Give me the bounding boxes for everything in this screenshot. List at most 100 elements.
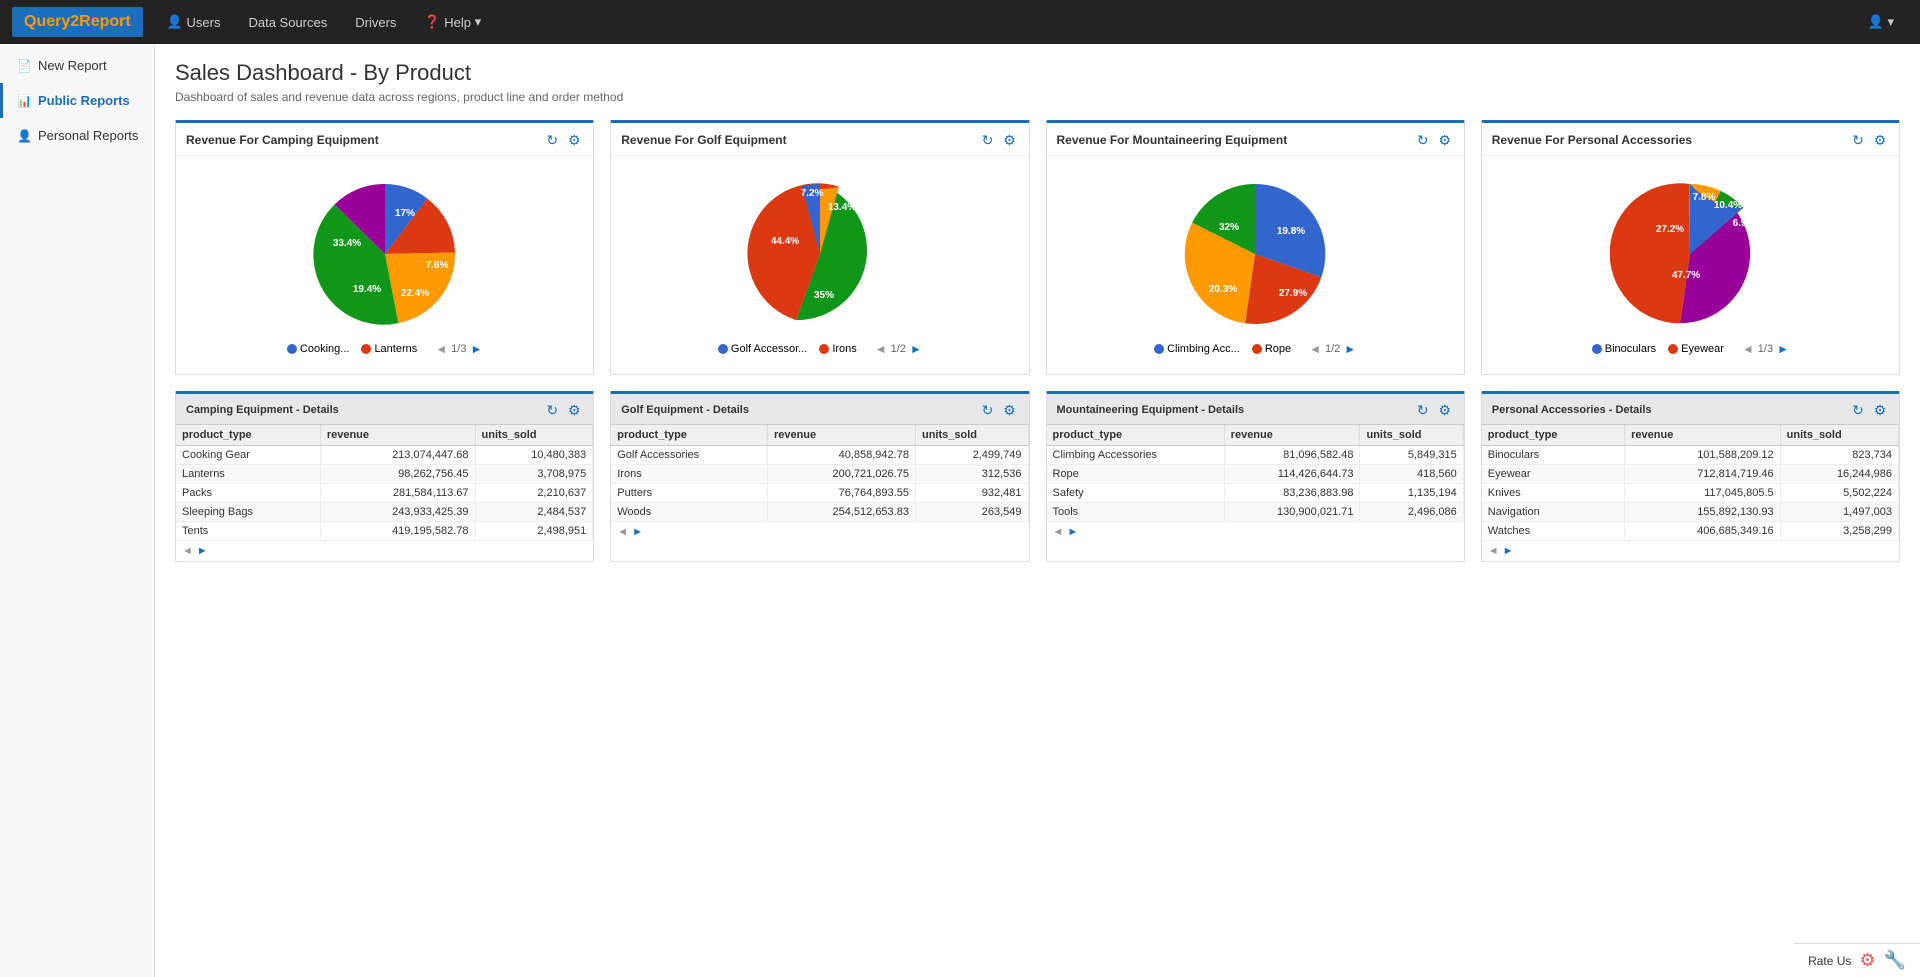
mountaineering-table-refresh[interactable]: ↻ xyxy=(1414,401,1432,419)
app-layout: 📄 New Report 📊 Public Reports 👤 Personal… xyxy=(0,44,1920,977)
brand-logo[interactable]: Query2Report xyxy=(12,7,143,37)
golf-pie-refresh[interactable]: ↻ xyxy=(979,131,997,149)
accessories-pie-header: Revenue For Personal Accessories ↻ ⚙ xyxy=(1482,123,1899,156)
svg-text:47.7%: 47.7% xyxy=(1672,270,1700,281)
camping-pie-actions: ↻ ⚙ xyxy=(543,131,583,149)
accessories-table-settings[interactable]: ⚙ xyxy=(1871,401,1889,419)
svg-text:7.2%: 7.2% xyxy=(800,188,823,199)
golf-table-next[interactable]: ► xyxy=(632,526,643,538)
user-menu[interactable]: 👤 ▾ xyxy=(1854,0,1908,44)
camping-pie-header: Revenue For Camping Equipment ↻ ⚙ xyxy=(176,123,593,156)
mountaineering-pie-refresh[interactable]: ↻ xyxy=(1414,131,1432,149)
sidebar-item-new-report[interactable]: 📄 New Report xyxy=(0,48,154,83)
table-row: Binoculars101,588,209.12823,734 xyxy=(1482,446,1899,465)
mountaineering-table-title: Mountaineering Equipment - Details xyxy=(1057,404,1245,416)
sidebar-item-public-reports[interactable]: 📊 Public Reports xyxy=(0,83,154,118)
rate-us-icon2[interactable]: 🔧 xyxy=(1884,950,1906,971)
mountaineering-pie-settings[interactable]: ⚙ xyxy=(1436,131,1454,149)
accessories-table-prev[interactable]: ◄ xyxy=(1488,545,1499,557)
legend-binoculars-dot xyxy=(1592,344,1602,354)
legend-cooking-dot xyxy=(287,344,297,354)
sidebar-item-personal-reports[interactable]: 👤 Personal Reports xyxy=(0,118,154,153)
accessories-table-actions: ↻ ⚙ xyxy=(1849,401,1889,419)
table-row: Woods254,512,653.83263,549 xyxy=(611,503,1028,522)
brand-highlight: 2 xyxy=(70,13,79,30)
nav-drivers[interactable]: Drivers xyxy=(341,0,410,44)
accessories-pie-legend: Binoculars Eyewear ◄ 1/3 ► xyxy=(1592,342,1789,356)
mountaineering-pie-svg: 19.8% 27.9% 20.3% 32% xyxy=(1175,174,1335,334)
accessories-col-product: product_type xyxy=(1482,425,1625,446)
camping-pie-refresh[interactable]: ↻ xyxy=(543,131,561,149)
golf-pie-settings[interactable]: ⚙ xyxy=(1001,131,1019,149)
mountaineering-table-card: Mountaineering Equipment - Details ↻ ⚙ p… xyxy=(1046,391,1465,562)
camping-pie-title: Revenue For Camping Equipment xyxy=(186,133,379,147)
svg-text:33.4%: 33.4% xyxy=(332,238,360,249)
camping-pie-next[interactable]: ► xyxy=(470,342,482,356)
mountaineering-table-settings[interactable]: ⚙ xyxy=(1436,401,1454,419)
accessories-table-next[interactable]: ► xyxy=(1503,545,1514,557)
charts-row: Revenue For Camping Equipment ↻ ⚙ xyxy=(175,120,1900,375)
mountaineering-table-prev[interactable]: ◄ xyxy=(1053,526,1064,538)
nav-help[interactable]: ❓ Help ▾ xyxy=(410,0,495,44)
camping-table-actions: ↻ ⚙ xyxy=(543,401,583,419)
golf-pie-title: Revenue For Golf Equipment xyxy=(621,133,786,147)
camping-pie-nav-label: 1/3 xyxy=(451,343,466,355)
camping-pie-settings[interactable]: ⚙ xyxy=(565,131,583,149)
nav-users-icon: 👤 xyxy=(167,14,183,30)
accessories-pie-settings[interactable]: ⚙ xyxy=(1871,131,1889,149)
table-row: Putters76,764,893.55932,481 xyxy=(611,484,1028,503)
nav-datasources[interactable]: Data Sources xyxy=(234,0,341,44)
table-row: Eyewear712,814,719.4616,244,986 xyxy=(1482,465,1899,484)
legend-irons: Irons xyxy=(819,343,856,355)
mountaineering-pie-nav-label: 1/2 xyxy=(1325,343,1340,355)
accessories-pie-prev[interactable]: ◄ xyxy=(1742,342,1754,356)
mountaineering-pie-container: 19.8% 27.9% 20.3% 32% Climbing Acc... xyxy=(1057,166,1454,364)
accessories-pie-nav: ◄ 1/3 ► xyxy=(1742,342,1789,356)
camping-table-title: Camping Equipment - Details xyxy=(186,404,339,416)
accessories-col-units: units_sold xyxy=(1780,425,1898,446)
camping-table-refresh[interactable]: ↻ xyxy=(543,401,561,419)
mountaineering-pie-legend: Climbing Acc... Rope ◄ 1/2 ► xyxy=(1154,342,1356,356)
golf-pie-prev[interactable]: ◄ xyxy=(875,342,887,356)
accessories-table-header: Personal Accessories - Details ↻ ⚙ xyxy=(1482,394,1899,425)
golf-col-revenue: revenue xyxy=(767,425,915,446)
mountaineering-pie-prev[interactable]: ◄ xyxy=(1309,342,1321,356)
svg-text:6.9%: 6.9% xyxy=(1733,218,1756,229)
legend-eyewear-label: Eyewear xyxy=(1681,343,1724,355)
help-icon: ❓ xyxy=(424,14,440,30)
sidebar: 📄 New Report 📊 Public Reports 👤 Personal… xyxy=(0,44,155,977)
golf-pie-nav-label: 1/2 xyxy=(891,343,906,355)
golf-table-actions: ↻ ⚙ xyxy=(979,401,1019,419)
camping-table-next[interactable]: ► xyxy=(197,545,208,557)
golf-table: product_type revenue units_sold Golf Acc… xyxy=(611,425,1028,522)
nav-users[interactable]: 👤 Users xyxy=(153,0,235,44)
golf-table-settings[interactable]: ⚙ xyxy=(1001,401,1019,419)
golf-pie-header: Revenue For Golf Equipment ↻ ⚙ xyxy=(611,123,1028,156)
accessories-pie-card: Revenue For Personal Accessories ↻ ⚙ xyxy=(1481,120,1900,375)
mountaineering-table-next[interactable]: ► xyxy=(1067,526,1078,538)
camping-col-units: units_sold xyxy=(475,425,593,446)
camping-table-settings[interactable]: ⚙ xyxy=(565,401,583,419)
mountaineering-pie-next[interactable]: ► xyxy=(1344,342,1356,356)
accessories-pie-next[interactable]: ► xyxy=(1777,342,1789,356)
table-row: Irons200,721,026.75312,536 xyxy=(611,465,1028,484)
legend-binoculars-label: Binoculars xyxy=(1605,343,1656,355)
camping-pie-prev[interactable]: ◄ xyxy=(435,342,447,356)
accessories-pie-refresh[interactable]: ↻ xyxy=(1849,131,1867,149)
svg-text:35%: 35% xyxy=(814,290,834,301)
camping-table-prev[interactable]: ◄ xyxy=(182,545,193,557)
legend-lanterns-label: Lanterns xyxy=(374,343,417,355)
golf-table-refresh[interactable]: ↻ xyxy=(979,401,997,419)
camping-pie-card: Revenue For Camping Equipment ↻ ⚙ xyxy=(175,120,594,375)
golf-pie-next[interactable]: ► xyxy=(910,342,922,356)
rate-us-icon[interactable]: ⚙ xyxy=(1859,950,1875,971)
accessories-table-refresh[interactable]: ↻ xyxy=(1849,401,1867,419)
mountaineering-col-units: units_sold xyxy=(1360,425,1463,446)
golf-table-prev[interactable]: ◄ xyxy=(617,526,628,538)
bottom-bar: Rate Us ⚙ 🔧 xyxy=(1794,943,1920,977)
camping-pie-nav: ◄ 1/3 ► xyxy=(435,342,482,356)
svg-text:7.8%: 7.8% xyxy=(1693,192,1716,203)
mountaineering-table-header: Mountaineering Equipment - Details ↻ ⚙ xyxy=(1047,394,1464,425)
table-row: Sleeping Bags243,933,425.392,484,537 xyxy=(176,503,593,522)
camping-pie-svg: 17% 7.6% 22.4% 19.4% 33.4% xyxy=(305,174,465,334)
